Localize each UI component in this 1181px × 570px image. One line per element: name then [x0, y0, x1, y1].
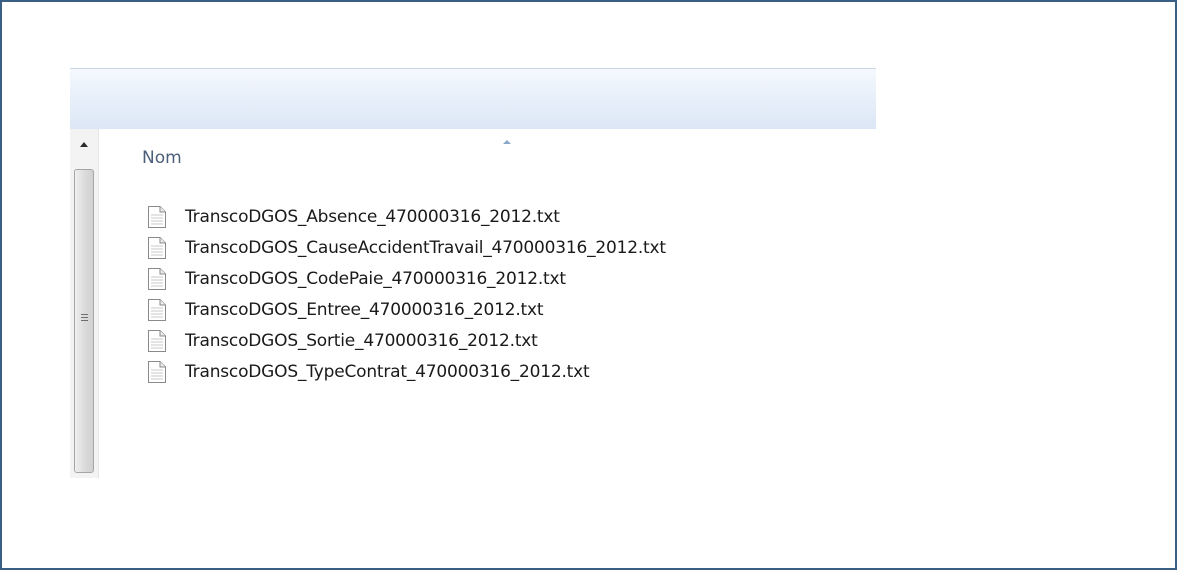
text-file-icon [147, 360, 167, 384]
explorer-toolbar [70, 68, 876, 129]
vertical-scrollbar[interactable] [70, 129, 99, 478]
file-explorer-pane: Nom TranscoDGOS_Absence_470000316_2012.t… [70, 68, 876, 478]
scroll-up-arrow-icon[interactable] [73, 135, 95, 153]
text-file-icon [147, 298, 167, 322]
file-item[interactable]: TranscoDGOS_Absence_470000316_2012.txt [147, 201, 666, 232]
file-name: TranscoDGOS_Entree_470000316_2012.txt [185, 299, 544, 320]
text-file-icon [147, 205, 167, 229]
file-item[interactable]: TranscoDGOS_TypeContrat_470000316_2012.t… [147, 356, 666, 387]
file-name: TranscoDGOS_CauseAccidentTravail_4700003… [185, 237, 666, 258]
file-item[interactable]: TranscoDGOS_Entree_470000316_2012.txt [147, 294, 666, 325]
file-name: TranscoDGOS_TypeContrat_470000316_2012.t… [185, 361, 590, 382]
document-frame: Nom TranscoDGOS_Absence_470000316_2012.t… [0, 0, 1177, 570]
scroll-grip-icon [81, 314, 88, 323]
text-file-icon [147, 329, 167, 353]
sort-ascending-icon [503, 140, 511, 144]
text-file-icon [147, 267, 167, 291]
file-name: TranscoDGOS_CodePaie_470000316_2012.txt [185, 268, 566, 289]
file-item[interactable]: TranscoDGOS_CodePaie_470000316_2012.txt [147, 263, 666, 294]
column-header-label: Nom [142, 148, 182, 168]
scrollbar-thumb[interactable] [74, 169, 94, 473]
column-header-name[interactable]: Nom [99, 129, 876, 173]
file-item[interactable]: TranscoDGOS_CauseAccidentTravail_4700003… [147, 232, 666, 263]
file-list: TranscoDGOS_Absence_470000316_2012.txt T… [147, 201, 666, 387]
text-file-icon [147, 236, 167, 260]
file-name: TranscoDGOS_Sortie_470000316_2012.txt [185, 330, 538, 351]
file-name: TranscoDGOS_Absence_470000316_2012.txt [185, 206, 560, 227]
file-item[interactable]: TranscoDGOS_Sortie_470000316_2012.txt [147, 325, 666, 356]
